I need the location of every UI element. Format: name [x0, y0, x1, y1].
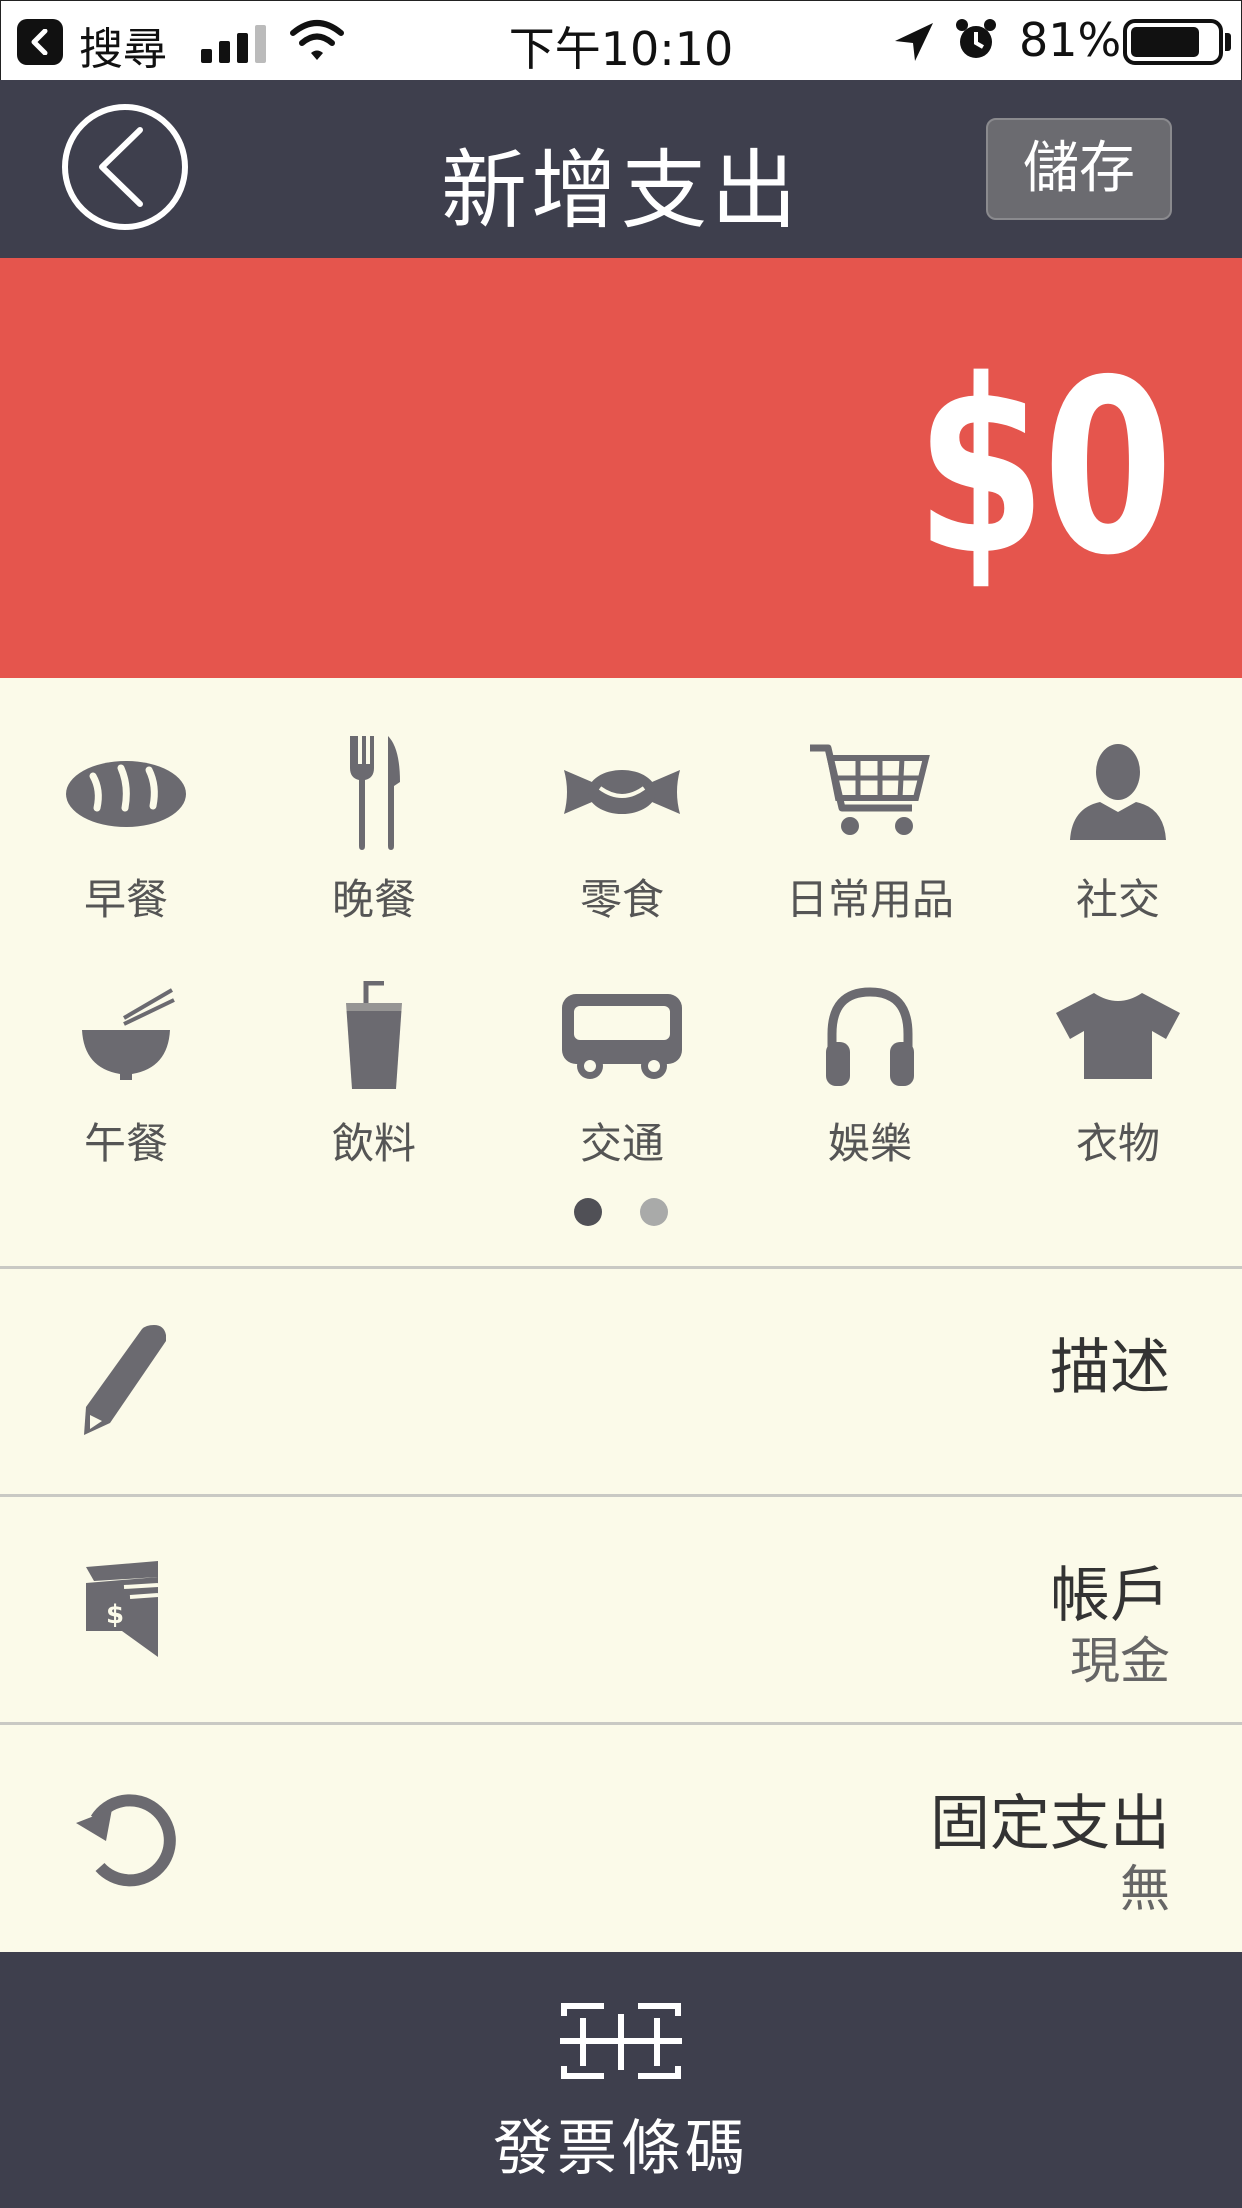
nav-bar: 新增支出 儲存: [0, 80, 1242, 258]
cart-icon: [810, 744, 930, 835]
battery-tip: [1225, 33, 1231, 51]
bus-icon: [562, 994, 682, 1079]
person-icon: [1070, 744, 1166, 840]
category-label: 午餐: [83, 1119, 168, 1168]
category-label: 社交: [1075, 875, 1160, 924]
category-label: 晚餐: [331, 875, 416, 924]
drink-cup-icon: [346, 981, 402, 1089]
category-label: 日常用品: [785, 875, 954, 924]
category-label: 衣物: [1075, 1119, 1160, 1168]
fork-knife-icon: [350, 736, 400, 850]
noodle-bowl-icon: [82, 988, 175, 1080]
category-lunch[interactable]: 午餐: [2, 940, 250, 1168]
category-grid: 早餐 晚餐 零食 日常用品 社交 午餐 飲料 交通 娛樂 衣物: [0, 678, 1242, 1268]
recurring-row[interactable]: 固定支出 無: [0, 1722, 1242, 1950]
page-dot-2[interactable]: [639, 1198, 668, 1226]
category-clothing[interactable]: 衣物: [994, 940, 1242, 1168]
amount-value[interactable]: $0: [916, 348, 1173, 588]
account-value: 現金: [1070, 1632, 1170, 1690]
battery-icon: [1123, 19, 1223, 65]
category-snack[interactable]: 零食: [498, 696, 746, 924]
page-indicator[interactable]: [0, 1198, 1242, 1228]
tshirt-icon: [1056, 993, 1180, 1079]
page-dot-1[interactable]: [574, 1198, 603, 1226]
bread-icon: [66, 761, 186, 827]
svg-text:$: $: [106, 1600, 124, 1630]
battery-percentage: 81%: [1019, 13, 1122, 67]
invoice-barcode-label: 發票條碼: [493, 2114, 749, 2184]
headphones-icon: [826, 987, 914, 1086]
barcode-scan-icon: [560, 2003, 682, 2079]
category-label: 零食: [579, 875, 664, 924]
category-label: 早餐: [83, 875, 168, 924]
category-entertainment[interactable]: 娛樂: [746, 940, 994, 1168]
alarm-clock-icon: [956, 19, 996, 58]
location-arrow-icon: [895, 23, 933, 61]
candy-icon: [564, 770, 680, 814]
category-daily-goods[interactable]: 日常用品: [746, 696, 994, 924]
status-bar: 搜尋 下午10:10 81%: [0, 0, 1242, 80]
recurring-value: 無: [1120, 1860, 1170, 1918]
category-label: 娛樂: [827, 1119, 912, 1168]
pencil-icon: [84, 1325, 166, 1435]
account-row[interactable]: $ 帳戶 現金: [0, 1494, 1242, 1722]
category-dinner[interactable]: 晚餐: [250, 696, 498, 924]
category-breakfast[interactable]: 早餐: [2, 696, 250, 924]
category-drinks[interactable]: 飲料: [250, 940, 498, 1168]
description-title: 描述: [1050, 1333, 1170, 1403]
category-label: 交通: [579, 1119, 664, 1168]
category-transport[interactable]: 交通: [498, 940, 746, 1168]
save-button[interactable]: 儲存: [986, 118, 1172, 220]
refresh-icon: [76, 1794, 176, 1887]
category-social[interactable]: 社交: [994, 696, 1242, 924]
description-row[interactable]: 描述: [0, 1266, 1242, 1494]
category-label: 飲料: [331, 1119, 416, 1168]
invoice-barcode-button[interactable]: 發票條碼: [0, 1952, 1242, 2208]
amount-panel[interactable]: $0: [0, 258, 1242, 678]
wallet-icon: $: [86, 1561, 159, 1657]
